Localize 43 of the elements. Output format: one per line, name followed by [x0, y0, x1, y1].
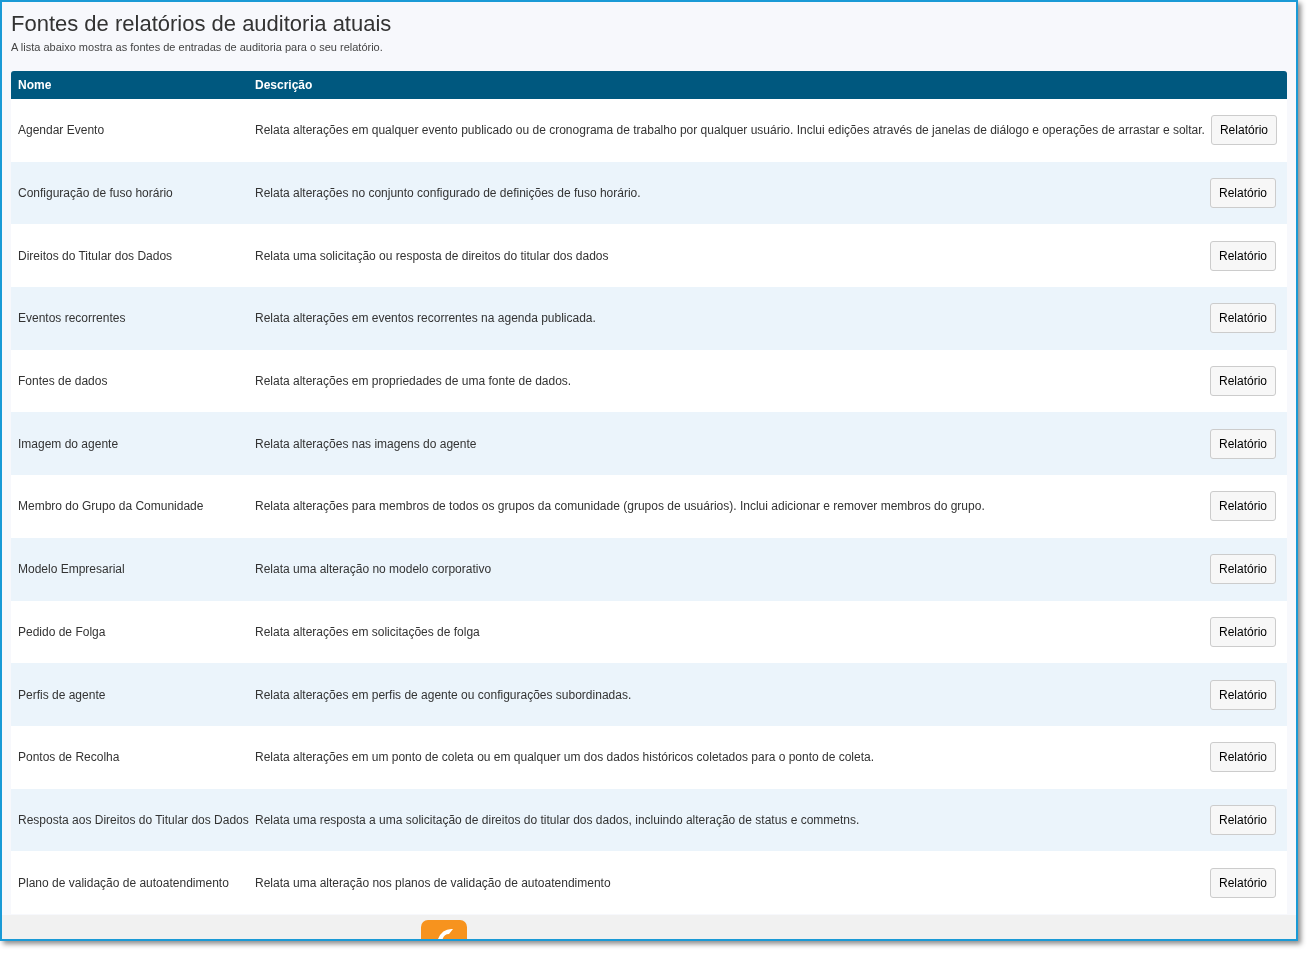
table-cell-text: Relata uma solicitação ou resposta de direitos do titular dos dados: [255, 247, 610, 265]
report-button[interactable]: Relatório: [1209, 554, 1276, 585]
report-button[interactable]: Relatório: [1209, 742, 1276, 773]
report-button[interactable]: Relatório: [1209, 303, 1276, 334]
report-button[interactable]: Relatório: [1209, 679, 1276, 710]
table-cell-text: Relata alterações em solicitações de folga: [255, 623, 481, 641]
table-cell-text: Eventos recorrentes: [17, 310, 127, 328]
column-header: Nome: [17, 77, 53, 94]
report-button[interactable]: Relatório: [1209, 428, 1276, 459]
table-cell-text: Resposta aos Direitos do Titular dos Dados: [17, 811, 250, 829]
table-cell-text: Membro do Grupo da Comunidade: [17, 498, 205, 516]
report-button[interactable]: Relatório: [1209, 616, 1276, 647]
table-cell-text: Agendar Evento: [17, 122, 106, 140]
column-header: Descrição: [255, 77, 313, 94]
report-button[interactable]: Relatório: [1209, 804, 1276, 835]
table-cell-text: Relata uma resposta a uma solicitação de direitos do titular dos dados, incluindo alteração de status e commetns.: [255, 811, 861, 829]
report-button[interactable]: Relatório: [1209, 178, 1276, 209]
table-cell-text: Modelo Empresarial: [17, 561, 126, 579]
table-cell-text: Direitos do Titular dos Dados: [17, 247, 174, 265]
report-button[interactable]: Relatório: [1209, 240, 1276, 271]
table-cell-text: Pontos de Recolha: [17, 749, 121, 767]
table-cell-text: Relata alterações em eventos recorrentes na agenda publicada.: [255, 310, 597, 328]
table-cell-text: Relata uma alteração no modelo corporativo: [255, 561, 493, 579]
table-cell-text: Relata alterações para membros de todos os grupos da comunidade (grupos de usuários). Inclui adicionar e remover membros do grupo.: [255, 498, 986, 516]
report-button[interactable]: Relatório: [1209, 366, 1276, 397]
page-title: Fontes de relatórios de auditoria atuais: [11, 10, 393, 38]
page-subtitle: A lista abaixo mostra as fontes de entradas de auditoria para o seu relatório.: [11, 40, 384, 54]
report-button[interactable]: Relatório: [1210, 115, 1277, 146]
table-cell-text: Configuração de fuso horário: [17, 185, 174, 203]
table-cell-text: Relata alterações em propriedades de uma fonte de dados.: [255, 373, 573, 391]
table-cell-text: Perfis de agente: [17, 686, 107, 704]
report-button[interactable]: Relatório: [1209, 491, 1276, 522]
table-cell-text: Relata alterações em qualquer evento publicado ou de cronograma de trabalho por qualquer usuário. Inclui edições através de janelas de diálogo e operações de arrastar e soltar.: [255, 122, 1205, 140]
table-cell-text: Imagem do agente: [17, 435, 120, 453]
table-cell-text: Relata alterações nas imagens do agente: [255, 435, 478, 453]
table-cell-text: Pedido de Folga: [17, 623, 107, 641]
table-cell-text: Relata alterações no conjunto configurado de definições de fuso horário.: [255, 185, 642, 203]
table-cell-text: Relata alterações em um ponto de coleta ou em qualquer um dos dados históricos coletados para o ponto de coleta.: [255, 749, 876, 767]
table-cell-text: Relata uma alteração nos planos de validação de autoatendimento: [255, 874, 612, 892]
report-button[interactable]: Relatório: [1209, 867, 1276, 898]
table-cell-text: Fontes de dados: [17, 373, 109, 391]
table-cell-text: Plano de validação de autoatendimento: [17, 874, 230, 892]
table-cell-text: Relata alterações em perfis de agente ou configurações subordinadas.: [255, 686, 633, 704]
